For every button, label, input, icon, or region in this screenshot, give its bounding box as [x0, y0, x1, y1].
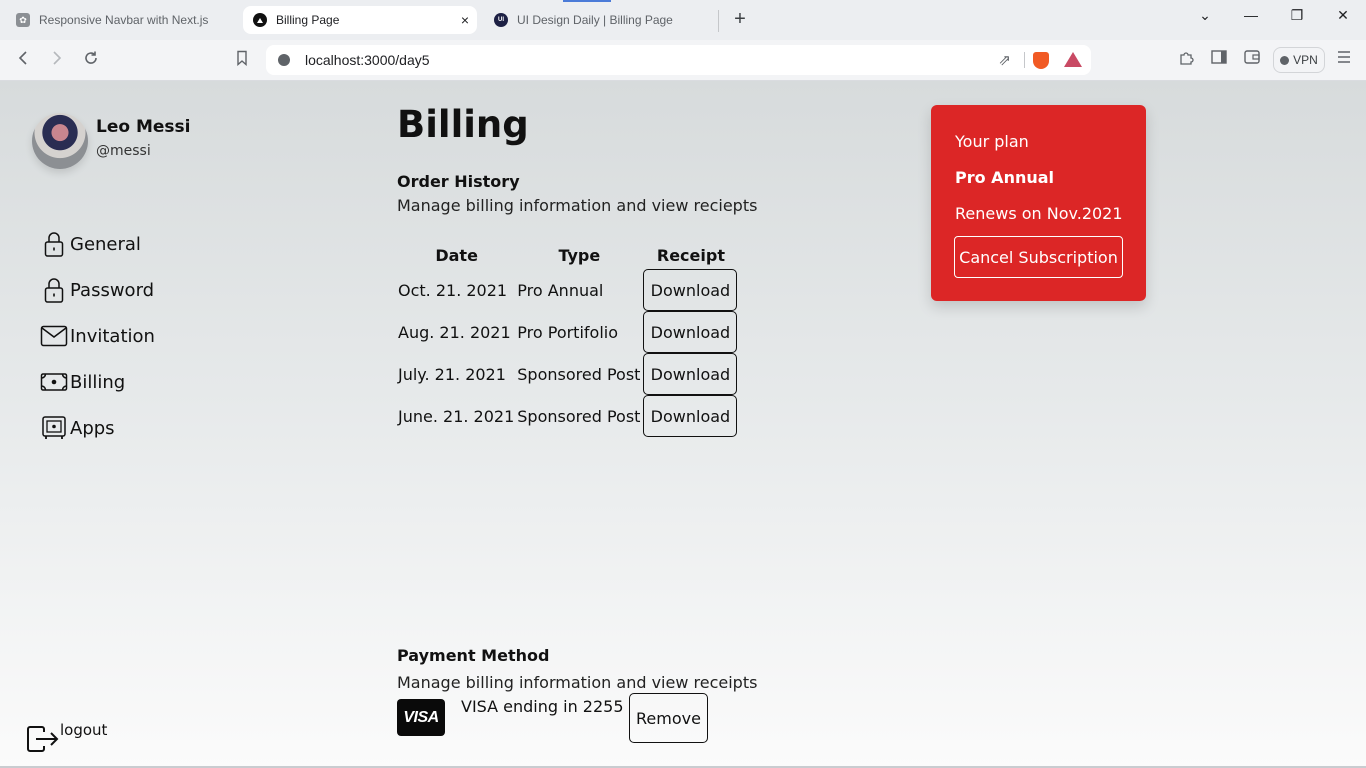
forward-button[interactable] [45, 48, 69, 72]
download-receipt-button[interactable]: Download [643, 353, 738, 395]
order-type: Pro Annual [517, 280, 604, 300]
back-arrow-icon [18, 51, 27, 65]
money-icon [40, 368, 68, 396]
sidebar-item-label: Billing [70, 371, 126, 393]
sidebar-toggle-icon[interactable] [1209, 50, 1229, 70]
plan-renewal-date: Renews on Nov.2021 [955, 204, 1123, 223]
sidebar-item-general[interactable]: General [40, 221, 155, 267]
order-history-table: Date Type Receipt Oct. 21. 2021 Pro Annu… [397, 241, 739, 437]
bookmark-icon [237, 50, 247, 67]
menu-icon[interactable] [1334, 50, 1354, 70]
order-type: Sponsored Post [517, 406, 641, 426]
profile-handle: @messi [96, 143, 151, 159]
order-type: Sponsored Post [517, 364, 641, 384]
column-header-type: Type [558, 245, 601, 265]
card-description: VISA ending in 2255 [461, 697, 624, 716]
browser-toolbar: localhost:3000/day5 ⇗ VPN [0, 40, 1366, 81]
uidesigndaily-icon: UI [494, 13, 508, 27]
visa-card-icon: VISA [397, 699, 445, 736]
brave-rewards-icon[interactable] [1064, 52, 1082, 67]
tab-loading-indicator [563, 0, 611, 2]
order-date: Aug. 21. 2021 [398, 322, 511, 342]
forward-arrow-icon [53, 51, 62, 65]
download-receipt-button[interactable]: Download [643, 395, 738, 437]
tab-search-dropdown-icon[interactable]: ⌄ [1190, 4, 1220, 26]
share-icon[interactable]: ⇗ [998, 51, 1011, 69]
sidebar-item-apps[interactable]: Apps [40, 405, 155, 451]
vpn-label: VPN [1293, 53, 1318, 67]
table-header-row: Date Type Receipt [397, 241, 739, 269]
download-receipt-button[interactable]: Download [643, 269, 738, 311]
table-row: June. 21. 2021 Sponsored Post Download [397, 395, 739, 437]
site-info-icon[interactable] [278, 54, 290, 66]
sidebar-item-password[interactable]: Password [40, 267, 155, 313]
reload-icon [85, 51, 97, 64]
vpn-button[interactable]: VPN [1273, 47, 1325, 73]
tab-title: Responsive Navbar with Next.js [39, 13, 209, 27]
sidebar-item-label: General [70, 233, 141, 255]
logout-icon [26, 725, 60, 755]
sidebar-item-label: Invitation [70, 325, 155, 347]
tab-title: Billing Page [276, 13, 340, 27]
nextjs-icon [253, 13, 267, 27]
order-date: Oct. 21. 2021 [398, 280, 508, 300]
openai-icon: ✿ [16, 13, 30, 27]
address-bar[interactable]: localhost:3000/day5 ⇗ [266, 45, 1091, 75]
page-title: Billing [397, 103, 529, 146]
tab-ui-design-daily[interactable]: UI UI Design Daily | Billing Page [484, 6, 716, 34]
avatar [32, 113, 88, 169]
order-date: July. 21. 2021 [398, 364, 506, 384]
payment-method-description: Manage billing information and view rece… [397, 673, 758, 692]
table-row: Aug. 21. 2021 Pro Portifolio Download [397, 311, 739, 353]
cancel-subscription-button[interactable]: Cancel Subscription [954, 236, 1123, 278]
order-type: Pro Portifolio [517, 322, 618, 342]
tab-responsive-navbar[interactable]: ✿ Responsive Navbar with Next.js [6, 6, 236, 34]
plan-card: Your plan Pro Annual Renews on Nov.2021 … [931, 105, 1146, 301]
lock-icon [40, 230, 68, 258]
logout-button[interactable]: logout [26, 721, 107, 755]
mail-icon [40, 322, 68, 350]
payment-method-title: Payment Method [397, 646, 550, 665]
browser-tabstrip: ✿ Responsive Navbar with Next.js Billing… [0, 0, 1366, 40]
sidebar-nav: General Password Invitation Billing Apps [40, 221, 155, 451]
close-window-button[interactable]: ✕ [1328, 4, 1358, 26]
close-tab-icon[interactable]: × [461, 12, 469, 28]
vpn-status-icon [1280, 55, 1290, 65]
download-receipt-button[interactable]: Download [643, 311, 738, 353]
brave-shields-icon[interactable] [1033, 52, 1049, 69]
billing-page: Leo Messi @messi General Password Invita… [0, 81, 1366, 768]
lock-icon [40, 276, 68, 304]
new-tab-button[interactable]: + [729, 7, 751, 31]
profile-name: Leo Messi [96, 117, 191, 137]
reload-button[interactable] [79, 48, 103, 72]
sidebar-item-billing[interactable]: Billing [40, 359, 155, 405]
extensions-icon[interactable] [1176, 50, 1196, 70]
minimize-button[interactable]: — [1236, 4, 1266, 26]
url-text[interactable]: localhost:3000/day5 [305, 52, 430, 68]
remove-card-button[interactable]: Remove [629, 693, 708, 743]
sidebar-item-label: Apps [70, 417, 115, 439]
table-row: Oct. 21. 2021 Pro Annual Download [397, 269, 739, 311]
wallet-icon[interactable] [1242, 50, 1262, 70]
order-history-title: Order History [397, 172, 520, 191]
tab-title: UI Design Daily | Billing Page [517, 13, 673, 27]
user-profile: Leo Messi @messi [32, 113, 190, 169]
safe-icon [40, 414, 68, 442]
sidebar-item-invitation[interactable]: Invitation [40, 313, 155, 359]
plan-label: Your plan [955, 132, 1029, 151]
logout-label: logout [60, 721, 108, 739]
column-header-date: Date [435, 245, 478, 265]
sidebar-item-label: Password [70, 279, 155, 301]
back-button[interactable] [11, 48, 35, 72]
tab-billing-page[interactable]: Billing Page × [243, 6, 477, 34]
column-header-receipt: Receipt [656, 245, 725, 265]
bookmark-button[interactable] [230, 48, 254, 72]
table-row: July. 21. 2021 Sponsored Post Download [397, 353, 739, 395]
plan-name: Pro Annual [955, 168, 1055, 187]
divider [1024, 52, 1025, 68]
restore-button[interactable]: ❐ [1282, 4, 1312, 26]
tab-divider [718, 10, 719, 32]
order-date: June. 21. 2021 [398, 406, 515, 426]
order-history-description: Manage billing information and view reci… [397, 196, 758, 215]
